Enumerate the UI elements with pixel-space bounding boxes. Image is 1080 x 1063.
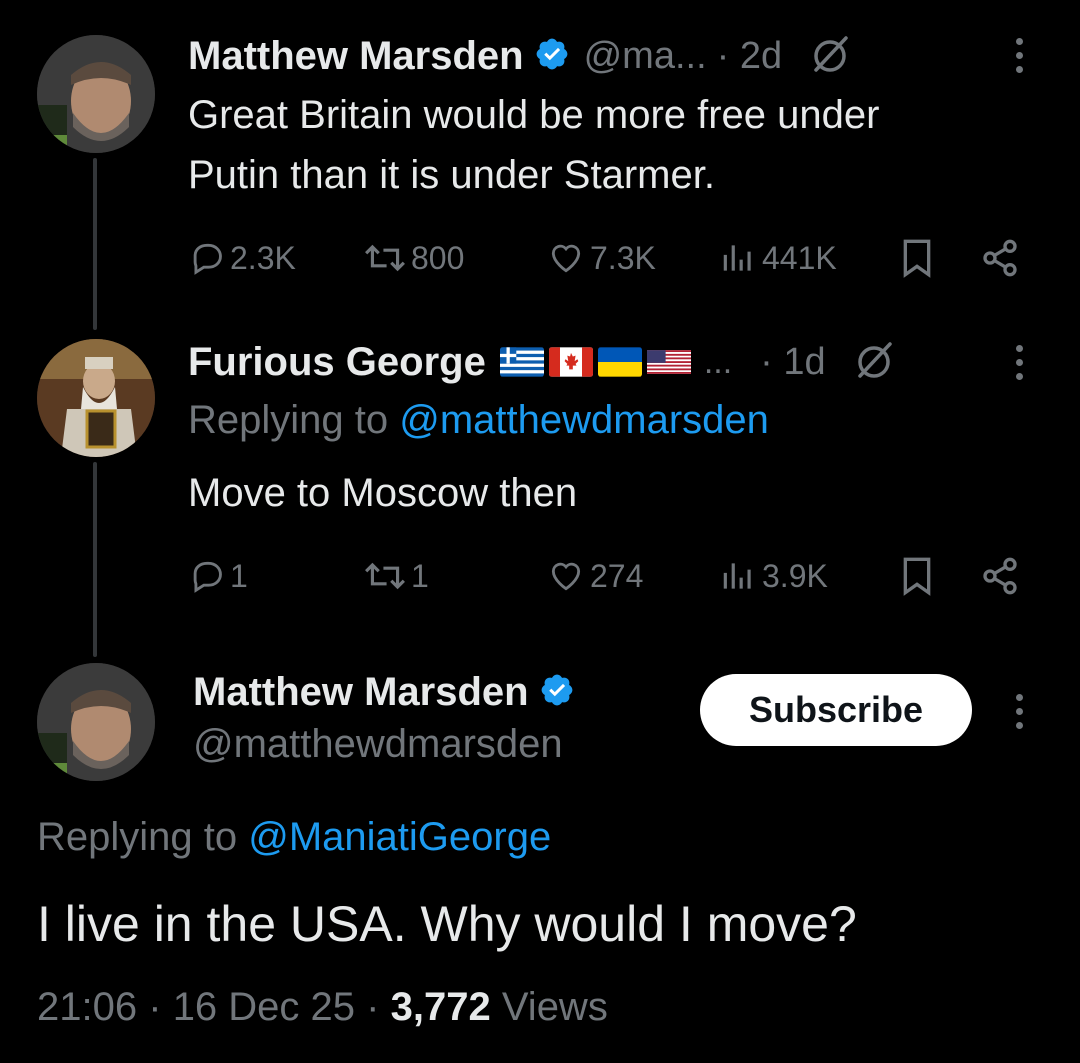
grok-icon[interactable]: [854, 340, 894, 385]
canada-flag-icon: [548, 347, 593, 377]
usa-flag-icon: [646, 347, 691, 377]
more-options-icon[interactable]: [1016, 345, 1024, 387]
heart-icon: [551, 562, 581, 591]
greece-flag-icon: [499, 347, 544, 377]
views-icon: [723, 563, 751, 589]
retweet-count: 1: [411, 557, 429, 594]
tweet-text: Great Britain would be more free under P…: [188, 85, 1048, 205]
thread-line: [93, 462, 97, 657]
meta-separator: ·: [366, 985, 380, 1029]
view-count: 3.9K: [762, 557, 828, 594]
reply-icon: [193, 561, 222, 593]
author-block: Matthew Marsden @matthewdmarsden: [193, 664, 575, 767]
tweet-time[interactable]: 21:06: [37, 985, 137, 1029]
retweet-button[interactable]: 1: [363, 557, 429, 595]
like-button[interactable]: 274: [546, 557, 643, 595]
grok-icon[interactable]: [810, 34, 850, 79]
avatar[interactable]: [37, 35, 155, 153]
author-handle[interactable]: @matthewdmarsden: [193, 722, 575, 767]
views-button[interactable]: 3.9K: [718, 557, 828, 595]
tweet-header: Furious George ... · 1d: [188, 334, 988, 390]
name-truncation: ...: [703, 342, 733, 381]
retweet-count: 800: [411, 239, 465, 276]
verified-badge-icon: [534, 36, 570, 77]
avatar[interactable]: [37, 663, 155, 781]
share-icon[interactable]: [980, 556, 1020, 604]
tweet-header: Matthew Marsden @ma... · 2d: [188, 28, 988, 84]
replying-label: Replying to: [37, 815, 238, 859]
reply-count: 2.3K: [230, 239, 296, 276]
tweet-time[interactable]: · 1d: [760, 341, 825, 384]
tweet-text-line: Putin than it is under Starmer.: [188, 153, 715, 197]
replying-to: Replying to @matthewdmarsden: [188, 398, 769, 443]
view-count: 441K: [762, 239, 837, 276]
author-handle[interactable]: @ma...: [584, 35, 707, 78]
reply-button[interactable]: 1: [188, 557, 248, 595]
tweet-text: I live in the USA. Why would I move?: [37, 896, 857, 952]
tweet-date[interactable]: 16 Dec 25: [173, 985, 355, 1029]
like-count: 274: [590, 557, 644, 594]
like-button[interactable]: 7.3K: [546, 239, 656, 277]
view-count[interactable]: 3,772: [391, 985, 491, 1029]
thread-line: [93, 158, 97, 330]
author-name[interactable]: Furious George: [188, 340, 486, 385]
retweet-icon: [365, 562, 405, 590]
views-icon: [723, 245, 751, 271]
views-button[interactable]: 441K: [718, 239, 837, 277]
ukraine-flag-icon: [597, 347, 642, 377]
replying-to: Replying to @ManiatiGeorge: [37, 815, 551, 860]
verified-badge-icon: [539, 672, 575, 713]
replying-label: Replying to: [188, 398, 389, 442]
tweet-text: Move to Moscow then: [188, 471, 578, 515]
tweet-actions: 1 1 274 3.9K: [188, 554, 1028, 598]
heart-icon: [551, 244, 581, 273]
tweet-text-line: Great Britain would be more free under: [188, 93, 880, 137]
tweet-actions: 2.3K 800 7.3K 441K: [188, 236, 1028, 280]
views-label: Views: [501, 985, 608, 1029]
replying-handle-link[interactable]: @ManiatiGeorge: [248, 815, 551, 859]
avatar[interactable]: [37, 339, 155, 457]
flag-emojis: [499, 347, 696, 377]
retweet-button[interactable]: 800: [363, 239, 464, 277]
reply-icon: [193, 243, 222, 275]
reply-button[interactable]: 2.3K: [188, 239, 296, 277]
like-count: 7.3K: [590, 239, 656, 276]
tweet-time[interactable]: · 2d: [717, 35, 782, 78]
more-options-icon[interactable]: [1016, 694, 1024, 736]
author-name[interactable]: Matthew Marsden: [188, 34, 524, 79]
author-name[interactable]: Matthew Marsden: [193, 670, 529, 715]
retweet-icon: [365, 244, 405, 272]
reply-count: 1: [230, 557, 248, 594]
meta-separator: ·: [148, 985, 162, 1029]
bookmark-icon[interactable]: [900, 238, 934, 286]
bookmark-icon[interactable]: [900, 556, 934, 604]
replying-handle-link[interactable]: @matthewdmarsden: [399, 398, 769, 442]
subscribe-button[interactable]: Subscribe: [700, 674, 972, 746]
share-icon[interactable]: [980, 238, 1020, 286]
more-options-icon[interactable]: [1016, 38, 1024, 80]
tweet-meta: 21:06 · 16 Dec 25 · 3,772 Views: [37, 985, 608, 1030]
